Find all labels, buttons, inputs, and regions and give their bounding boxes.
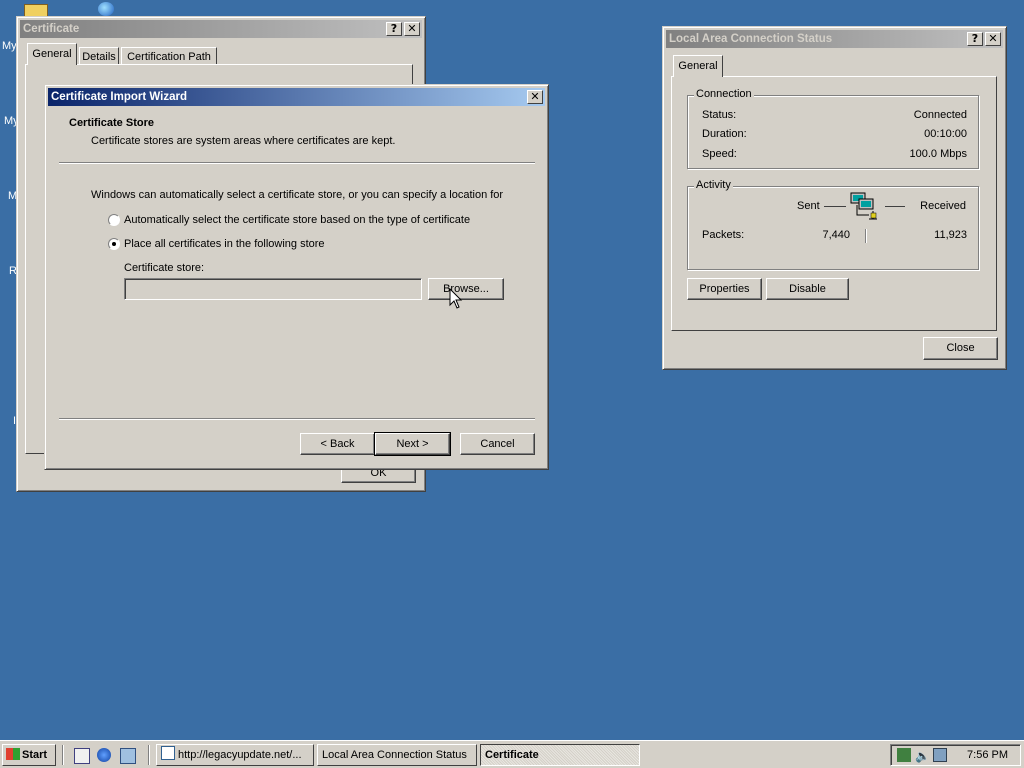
tab-certification-path[interactable]: Certification Path [121, 47, 217, 65]
lan-title: Local Area Connection Status [669, 33, 833, 45]
tab-details[interactable]: Details [79, 47, 119, 65]
task-certificate[interactable]: Certificate [480, 744, 640, 766]
store-label: Certificate store: [124, 262, 205, 274]
radio-selected-dot [112, 242, 116, 246]
certificate-titlebar[interactable]: Certificate ? ✕ [20, 20, 422, 38]
packets-received-value: 11,923 [934, 229, 967, 241]
certificate-title: Certificate [23, 23, 80, 35]
tab-general[interactable]: General [27, 43, 77, 65]
start-button[interactable]: Start [2, 744, 56, 766]
internet-explorer-icon[interactable] [97, 748, 111, 762]
mouse-cursor [449, 288, 463, 309]
place-in-store-label[interactable]: Place all certificates in the following … [124, 238, 325, 250]
wizard-heading: Certificate Store [69, 117, 154, 129]
duration-value: 00:10:00 [924, 128, 967, 140]
close-button[interactable]: ✕ [404, 22, 420, 36]
task-browser-label: http://legacyupdate.net/... [178, 749, 302, 761]
wizard-titlebar[interactable]: Certificate Import Wizard ✕ [48, 88, 545, 106]
packets-label: Packets: [702, 229, 745, 241]
volume-icon[interactable]: 🔈 [915, 749, 930, 763]
speed-label: Speed: [702, 148, 737, 160]
auto-select-radio[interactable] [108, 214, 120, 226]
wizard-subheading: Certificate stores are system areas wher… [91, 135, 396, 147]
properties-button[interactable]: Properties [687, 278, 762, 300]
back-button[interactable]: < Back [300, 433, 375, 455]
intro-text: Windows can automatically select a certi… [91, 189, 504, 201]
task-lan-status-label: Local Area Connection Status [322, 749, 467, 761]
outlook-express-icon[interactable] [120, 748, 136, 764]
activity-group-label: Activity [694, 179, 733, 191]
tray-computer-icon[interactable] [933, 748, 947, 762]
task-certificate-label: Certificate [485, 749, 539, 761]
status-label: Status: [702, 109, 737, 121]
import-wizard-window[interactable]: Certificate Import Wizard ✕ Certificate … [44, 84, 549, 470]
store-field[interactable] [124, 278, 422, 300]
windows-logo-icon [6, 748, 20, 760]
auto-select-label[interactable]: Automatically select the certificate sto… [124, 214, 470, 226]
taskbar: Start http://legacyupdate.net/... Local … [0, 740, 1024, 768]
network-activity-icon [850, 192, 877, 220]
packets-sent-value: 7,440 [822, 229, 850, 241]
help-button[interactable]: ? [967, 32, 983, 46]
desktop-globe-icon[interactable] [98, 2, 114, 16]
close-dialog-button[interactable]: Close [923, 337, 998, 360]
received-line [885, 206, 905, 207]
desktop-icon-label[interactable]: My [2, 40, 17, 52]
system-tray: 🔈 7:56 PM [890, 744, 1021, 766]
cancel-button[interactable]: Cancel [460, 433, 535, 455]
task-lan-status[interactable]: Local Area Connection Status [317, 744, 477, 766]
status-value: Connected [913, 109, 967, 121]
packets-divider [865, 229, 867, 243]
lan-titlebar[interactable]: Local Area Connection Status ? ✕ [666, 30, 1003, 48]
header-divider [59, 162, 535, 164]
show-desktop-icon[interactable] [74, 748, 90, 764]
sent-label: Sent [797, 200, 820, 212]
clock[interactable]: 7:56 PM [967, 749, 1008, 761]
tray-network-icon[interactable] [897, 748, 911, 762]
taskbar-separator [62, 745, 64, 765]
close-button[interactable]: ✕ [527, 90, 543, 104]
disable-button[interactable]: Disable [766, 278, 849, 300]
speed-value: 100.0 Mbps [909, 148, 967, 160]
next-button[interactable]: Next > [374, 432, 451, 456]
tab-general[interactable]: General [673, 55, 723, 77]
close-button[interactable]: ✕ [985, 32, 1001, 46]
wizard-title: Certificate Import Wizard [51, 91, 188, 103]
place-in-store-radio[interactable] [108, 238, 120, 250]
help-button[interactable]: ? [386, 22, 402, 36]
lan-status-window[interactable]: Local Area Connection Status ? ✕ General… [662, 26, 1007, 370]
footer-divider [59, 418, 535, 420]
activity-group: Activity [687, 179, 979, 270]
start-label: Start [22, 749, 48, 761]
browser-page-icon [161, 746, 175, 760]
sent-line [824, 206, 846, 207]
task-browser[interactable]: http://legacyupdate.net/... [156, 744, 314, 766]
duration-label: Duration: [702, 128, 747, 140]
browse-button[interactable]: Browse... [428, 278, 504, 300]
connection-group-label: Connection [694, 88, 754, 100]
taskbar-separator [148, 745, 150, 765]
received-label: Received [920, 200, 966, 212]
